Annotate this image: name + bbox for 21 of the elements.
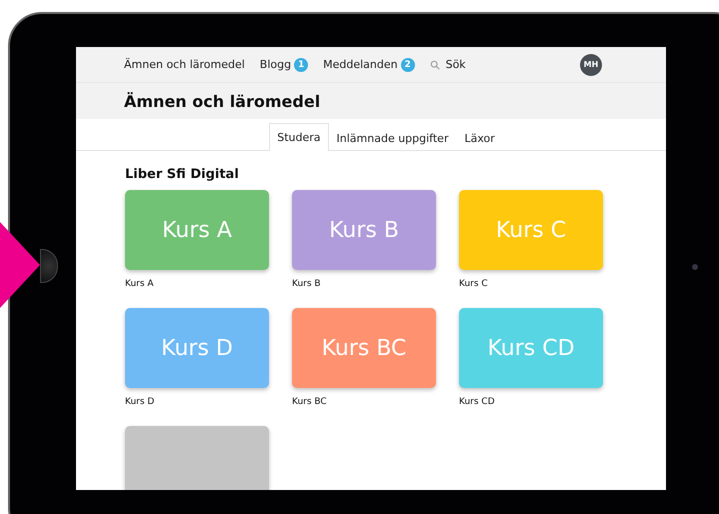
- course-label: Kurs BC: [292, 397, 328, 407]
- nav-link[interactable]: Ämnen och läromedel: [124, 58, 245, 71]
- tab[interactable]: Studera: [269, 123, 329, 151]
- course-label: Kurs D: [125, 397, 156, 407]
- search-icon: [430, 60, 440, 70]
- search-link[interactable]: Sök: [430, 58, 466, 71]
- course-card[interactable]: [125, 426, 269, 490]
- course-label: Kurs B: [292, 279, 322, 289]
- tab[interactable]: Läxor: [456, 124, 503, 151]
- course-label: Kurs C: [459, 279, 489, 289]
- count-badge: 1: [294, 58, 308, 72]
- page-title: Ämnen och läromedel: [124, 92, 320, 110]
- pointer-arrow-icon: [0, 222, 40, 308]
- nav-link[interactable]: Meddelanden 2: [323, 58, 415, 72]
- count-badge: 2: [400, 58, 415, 72]
- tab[interactable]: Inlämnade uppgifter: [328, 124, 456, 151]
- course-label: Kurs A: [125, 279, 155, 289]
- section-title: Liber Sfi Digital: [125, 167, 240, 182]
- user-avatar[interactable]: MH: [580, 54, 602, 76]
- course-label: Kurs CD: [459, 397, 496, 407]
- nav-link[interactable]: Blogg 1: [260, 58, 308, 72]
